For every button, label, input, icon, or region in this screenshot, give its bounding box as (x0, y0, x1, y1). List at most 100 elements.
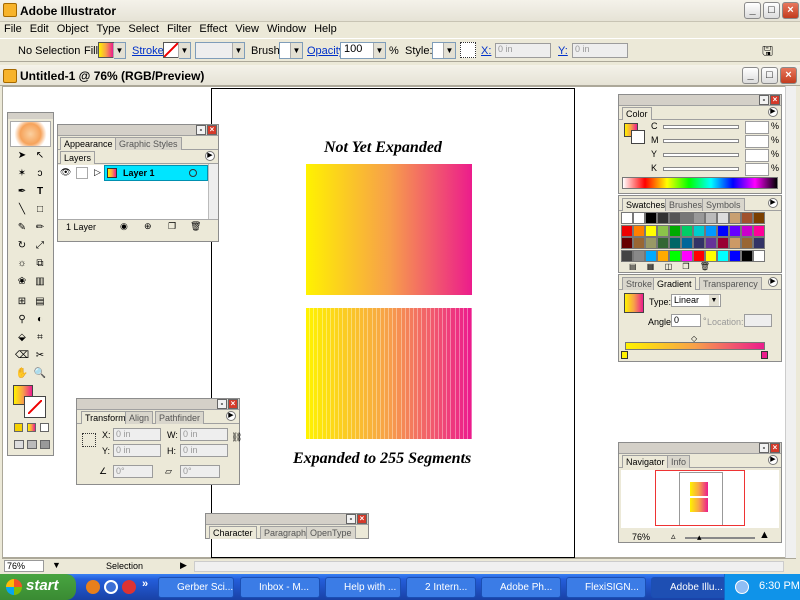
palette-menu-icon[interactable]: 🖫 (762, 42, 778, 58)
tab-pathfinder[interactable]: Pathfinder (155, 411, 205, 424)
screen-mode-standard-icon[interactable] (14, 440, 24, 449)
fill-dropdown[interactable]: ▼ (113, 42, 126, 59)
browser-quicklaunch-icon[interactable] (104, 580, 118, 594)
live-paint-tool-icon[interactable]: ⬙ (15, 331, 29, 345)
rectangle-tool-icon[interactable]: □ (33, 203, 47, 217)
style-dropdown[interactable]: ▼ (432, 42, 456, 59)
tab-color[interactable]: Color (622, 107, 652, 120)
menu-filter[interactable]: Filter (163, 22, 195, 35)
channel-field-m[interactable] (745, 135, 769, 148)
zoom-slider[interactable] (685, 537, 755, 539)
swatch[interactable] (657, 237, 669, 249)
menu-type[interactable]: Type (93, 22, 125, 35)
magic-wand-tool-icon[interactable]: ✶ (15, 167, 29, 181)
stroke-none-swatch[interactable] (163, 42, 179, 58)
swatch[interactable] (741, 212, 753, 224)
mesh-tool-icon[interactable]: ⊞ (15, 295, 29, 309)
gradient-ramp[interactable] (625, 342, 765, 350)
constrain-link-icon[interactable]: ⛓ (231, 432, 242, 443)
navigator-view-box[interactable] (655, 470, 745, 526)
transform-h-field[interactable]: 0 in (180, 444, 228, 457)
media-quicklaunch-icon[interactable] (122, 580, 136, 594)
gradient-stop-end[interactable] (761, 351, 768, 359)
new-layer-icon[interactable]: ❐ (168, 221, 176, 232)
swatch[interactable] (729, 224, 741, 237)
pen-tool-icon[interactable]: ✒ (15, 185, 29, 199)
swatch[interactable] (621, 249, 633, 262)
screen-mode-full-icon[interactable] (40, 440, 50, 449)
tab-paragraph[interactable]: Paragraph (260, 526, 311, 539)
swatch[interactable] (693, 224, 705, 237)
menu-edit[interactable]: Edit (26, 22, 53, 35)
channel-slider-c[interactable] (663, 125, 739, 129)
menu-help[interactable]: Help (310, 22, 341, 35)
tab-align[interactable]: Align (125, 411, 154, 424)
tab-transparency[interactable]: Transparency (699, 277, 762, 290)
panel-close-button[interactable]: × (770, 95, 780, 105)
gradient-mode-button[interactable] (27, 423, 36, 432)
quicklaunch-overflow-icon[interactable]: » (142, 578, 148, 590)
free-transform-tool-icon[interactable]: ⧉ (33, 257, 47, 271)
y-label[interactable]: Y: (558, 45, 568, 57)
panel-menu-arrow-icon[interactable]: ▶ (768, 277, 778, 287)
swatch[interactable] (657, 249, 669, 262)
expanded-gradient-rectangle[interactable] (306, 308, 473, 439)
tab-opentype[interactable]: OpenType (306, 526, 356, 539)
swatch[interactable] (753, 249, 765, 262)
trash-icon[interactable]: 🗑 (190, 221, 201, 232)
swatch[interactable] (681, 249, 693, 262)
swatch[interactable] (633, 224, 645, 237)
color-spectrum[interactable] (622, 177, 778, 189)
panel-menu-arrow-icon[interactable]: ▶ (226, 411, 236, 421)
swatch[interactable] (741, 224, 753, 237)
swatch[interactable] (705, 212, 717, 224)
trash-icon[interactable]: 🗑 (700, 262, 710, 271)
swatch[interactable] (729, 237, 741, 249)
opacity-field[interactable]: 100 ▼ (340, 42, 386, 59)
color-mode-button[interactable] (14, 423, 23, 432)
panel-minimize-button[interactable]: - (759, 443, 769, 453)
layers-scrollbar[interactable] (208, 164, 218, 220)
panel-menu-arrow-icon[interactable]: ▶ (205, 151, 215, 161)
swatch[interactable] (753, 224, 765, 237)
tab-brushes[interactable]: Brushes (665, 198, 707, 211)
swatch[interactable] (717, 249, 729, 262)
task-internet[interactable]: 2 Intern... (406, 577, 476, 598)
hand-tool-icon[interactable]: ✋ (15, 367, 29, 381)
swatch[interactable] (621, 224, 633, 237)
channel-slider-k[interactable] (663, 167, 739, 171)
channel-slider-y[interactable] (663, 153, 739, 157)
swatch-libraries-icon[interactable]: ▤ (629, 262, 637, 271)
swatch[interactable] (669, 212, 681, 224)
swatch[interactable] (633, 249, 645, 262)
tab-gradient[interactable]: Gradient (653, 277, 696, 290)
swatch[interactable] (645, 249, 657, 262)
swatch[interactable] (753, 237, 765, 249)
channel-field-y[interactable] (745, 149, 769, 162)
swatch[interactable] (729, 212, 741, 224)
vertical-scrollbar[interactable] (785, 86, 796, 558)
stroke-color-box[interactable] (24, 396, 46, 418)
swatch[interactable] (633, 237, 645, 249)
swatch[interactable] (657, 212, 669, 224)
rotate-tool-icon[interactable]: ↻ (15, 239, 29, 253)
eye-icon[interactable]: 👁 (60, 167, 72, 179)
horizontal-scrollbar[interactable] (194, 561, 784, 572)
fill-swatch[interactable] (98, 42, 114, 58)
stroke-dropdown[interactable]: ▼ (178, 42, 191, 59)
stroke-weight-field[interactable]: ▼ (195, 42, 245, 59)
gradient-angle-field[interactable]: 0 (671, 314, 701, 327)
swatch[interactable] (645, 237, 657, 249)
task-help[interactable]: Help with ... (325, 577, 401, 598)
task-gerber[interactable]: Gerber Sci... (158, 577, 234, 598)
brush-dropdown[interactable]: ▼ (279, 42, 303, 59)
shear-field[interactable]: 0° (180, 465, 220, 478)
new-swatch-icon[interactable]: ❐ (682, 262, 689, 271)
swatch[interactable] (681, 212, 693, 224)
scale-tool-icon[interactable]: ⤢ (33, 239, 47, 253)
panel-close-button[interactable]: × (207, 125, 217, 135)
swatch[interactable] (729, 249, 741, 262)
swatch[interactable] (717, 224, 729, 237)
gradient-rectangle[interactable] (306, 164, 472, 295)
navigator-preview[interactable] (621, 470, 779, 528)
